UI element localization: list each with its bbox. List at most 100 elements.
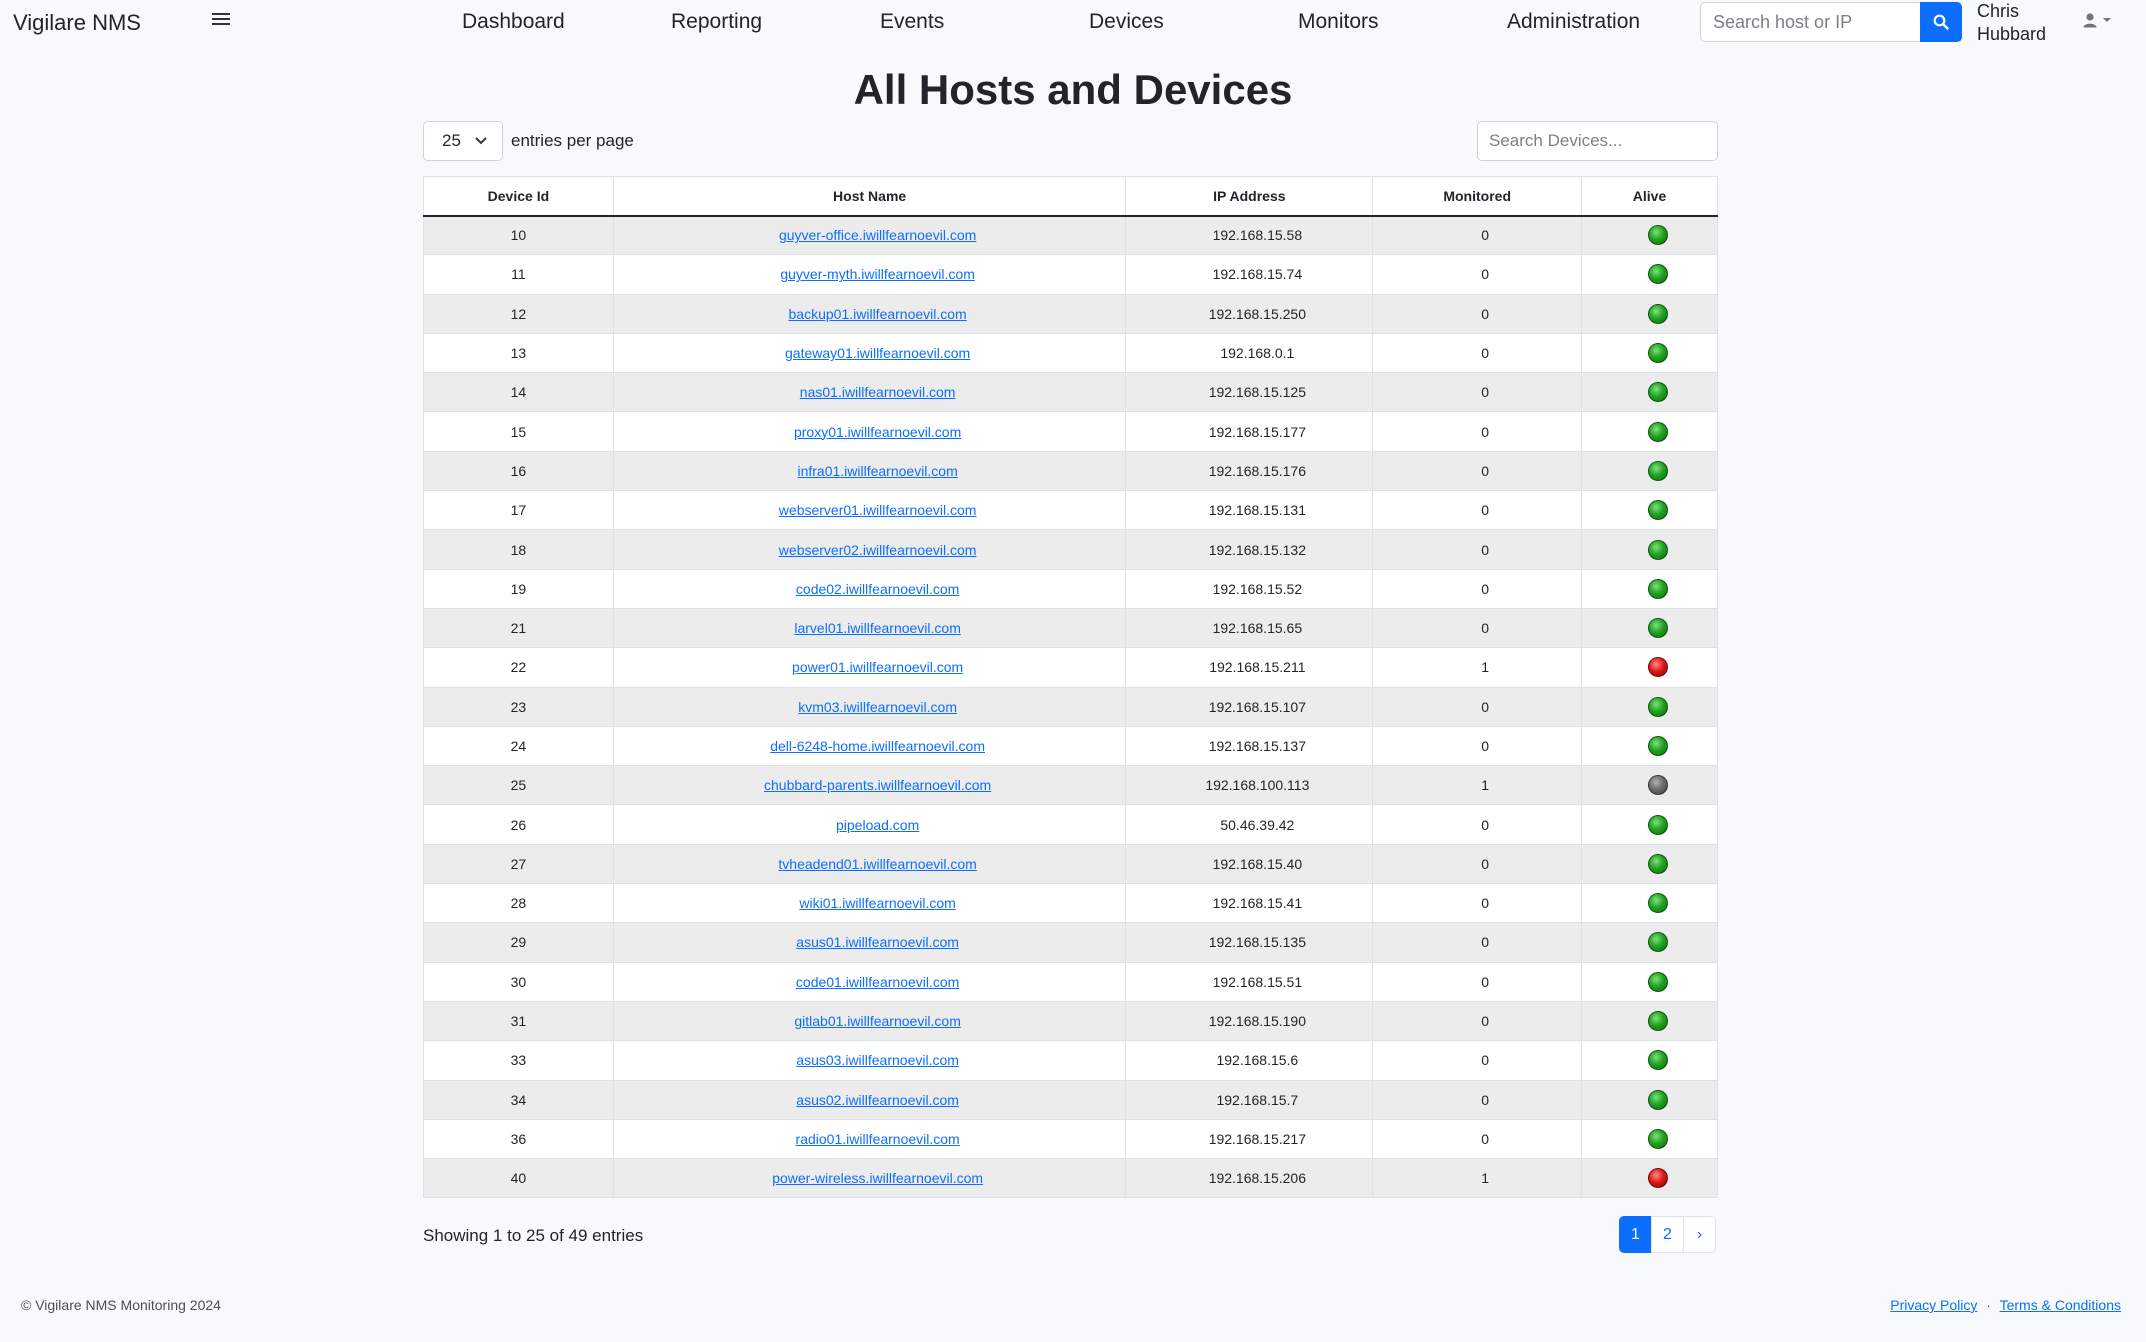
ip-address-cell: 192.168.15.135 bbox=[1125, 922, 1373, 963]
column-header-alive[interactable]: Alive bbox=[1581, 176, 1718, 217]
host-name-cell: dell-6248-home.iwillfearnoevil.com bbox=[612, 726, 1126, 767]
host-search-input[interactable] bbox=[1700, 2, 1920, 42]
status-green-icon bbox=[1647, 343, 1668, 364]
host-link[interactable]: dell-6248-home.iwillfearnoevil.com bbox=[770, 738, 985, 754]
host-link[interactable]: pipeload.com bbox=[836, 817, 919, 833]
ip-address-cell: 192.168.15.58 bbox=[1125, 215, 1373, 256]
nav-administration[interactable]: Administration bbox=[1507, 10, 1640, 34]
column-header-monitored[interactable]: Monitored bbox=[1372, 176, 1582, 217]
page-length-select[interactable]: 25 bbox=[423, 121, 503, 161]
device-id-cell: 26 bbox=[423, 804, 614, 845]
nav-devices[interactable]: Devices bbox=[1089, 10, 1164, 34]
device-id-cell: 36 bbox=[423, 1119, 614, 1160]
privacy-policy-link[interactable]: Privacy Policy bbox=[1890, 1297, 1977, 1313]
table-row: 11 guyver-myth.iwillfearnoevil.com 192.168… bbox=[423, 254, 1718, 295]
host-link[interactable]: chubbard-parents.iwillfearnoevil.com bbox=[764, 777, 991, 793]
host-link[interactable]: code02.iwillfearnoevil.com bbox=[796, 581, 959, 597]
host-link[interactable]: wiki01.iwillfearnoevil.com bbox=[799, 895, 955, 911]
host-link[interactable]: asus01.iwillfearnoevil.com bbox=[796, 934, 959, 950]
host-name-cell: infra01.iwillfearnoevil.com bbox=[612, 451, 1126, 492]
column-header-ip-address[interactable]: IP Address bbox=[1125, 176, 1373, 217]
host-link[interactable]: webserver02.iwillfearnoevil.com bbox=[779, 542, 977, 558]
host-link[interactable]: tvheadend01.iwillfearnoevil.com bbox=[778, 856, 976, 872]
host-link[interactable]: nas01.iwillfearnoevil.com bbox=[800, 384, 956, 400]
device-id-cell: 30 bbox=[423, 962, 614, 1002]
ip-address-cell: 192.168.100.113 bbox=[1125, 765, 1373, 806]
monitored-cell: 0 bbox=[1372, 804, 1582, 845]
alive-cell bbox=[1581, 726, 1718, 767]
brand-logo[interactable]: Vigilare NMS bbox=[13, 10, 141, 36]
host-link[interactable]: power-wireless.iwillfearnoevil.com bbox=[772, 1170, 983, 1186]
monitored-cell: 0 bbox=[1372, 608, 1582, 649]
host-link[interactable]: guyver-myth.iwillfearnoevil.com bbox=[780, 266, 975, 282]
monitored-cell: 0 bbox=[1372, 569, 1582, 609]
monitored-cell: 1 bbox=[1372, 647, 1582, 688]
host-link[interactable]: power01.iwillfearnoevil.com bbox=[792, 659, 963, 675]
hamburger-menu-icon[interactable] bbox=[212, 10, 230, 28]
table-row: 23 kvm03.iwillfearnoevil.com 192.168.15.10… bbox=[423, 687, 1718, 727]
host-link[interactable]: gateway01.iwillfearnoevil.com bbox=[785, 345, 970, 361]
table-row: 26 pipeload.com 50.46.39.42 0 bbox=[423, 804, 1718, 845]
ip-address-cell: 192.168.15.137 bbox=[1125, 726, 1373, 767]
alive-cell bbox=[1581, 804, 1718, 845]
alive-cell bbox=[1581, 1040, 1718, 1081]
host-link[interactable]: backup01.iwillfearnoevil.com bbox=[789, 306, 967, 322]
host-link[interactable]: infra01.iwillfearnoevil.com bbox=[797, 463, 957, 479]
host-name-cell: guyver-office.iwillfearnoevil.com bbox=[612, 215, 1126, 256]
host-name-cell: chubbard-parents.iwillfearnoevil.com bbox=[612, 765, 1126, 806]
search-icon bbox=[1933, 14, 1949, 30]
column-header-host-name[interactable]: Host Name bbox=[612, 176, 1126, 217]
host-link[interactable]: larvel01.iwillfearnoevil.com bbox=[794, 620, 961, 636]
table-row: 25 chubbard-parents.iwillfearnoevil.com 19… bbox=[423, 765, 1718, 806]
monitored-cell: 0 bbox=[1372, 372, 1582, 413]
device-search-input[interactable] bbox=[1477, 121, 1718, 161]
status-green-icon bbox=[1647, 421, 1668, 442]
status-green-icon bbox=[1647, 539, 1668, 560]
nav-events[interactable]: Events bbox=[880, 10, 944, 34]
table-row: 34 asus02.iwillfearnoevil.com 192.168.15.7… bbox=[423, 1080, 1718, 1120]
alive-cell bbox=[1581, 1001, 1718, 1042]
nav-monitors[interactable]: Monitors bbox=[1298, 10, 1379, 34]
search-button[interactable] bbox=[1920, 2, 1962, 42]
monitored-cell: 0 bbox=[1372, 1119, 1582, 1160]
nav-dashboard[interactable]: Dashboard bbox=[462, 10, 565, 34]
status-green-icon bbox=[1647, 303, 1668, 324]
monitored-cell: 1 bbox=[1372, 765, 1582, 806]
host-link[interactable]: code01.iwillfearnoevil.com bbox=[796, 974, 959, 990]
monitored-cell: 0 bbox=[1372, 529, 1582, 570]
host-link[interactable]: webserver01.iwillfearnoevil.com bbox=[779, 502, 977, 518]
host-link[interactable]: guyver-office.iwillfearnoevil.com bbox=[779, 227, 976, 243]
host-link[interactable]: proxy01.iwillfearnoevil.com bbox=[794, 424, 961, 440]
monitored-cell: 0 bbox=[1372, 490, 1582, 531]
alive-cell bbox=[1581, 647, 1718, 688]
page-button-1[interactable]: 1 bbox=[1619, 1216, 1652, 1253]
table-row: 31 gitlab01.iwillfearnoevil.com 192.168.15… bbox=[423, 1001, 1718, 1042]
page-button-2[interactable]: 2 bbox=[1651, 1216, 1684, 1253]
host-link[interactable]: asus02.iwillfearnoevil.com bbox=[796, 1092, 959, 1108]
host-name-cell: nas01.iwillfearnoevil.com bbox=[612, 372, 1126, 413]
table-row: 18 webserver02.iwillfearnoevil.com 192.168… bbox=[423, 529, 1718, 570]
user-menu[interactable] bbox=[2082, 12, 2112, 28]
alive-cell bbox=[1581, 451, 1718, 492]
alive-cell bbox=[1581, 215, 1718, 256]
host-name-cell: gitlab01.iwillfearnoevil.com bbox=[612, 1001, 1126, 1042]
column-header-device-id[interactable]: Device Id bbox=[423, 176, 614, 217]
devices-table: Device Id Host Name IP Address Monitored… bbox=[423, 176, 1718, 1199]
device-id-cell: 40 bbox=[423, 1158, 614, 1199]
next-page-button[interactable]: › bbox=[1683, 1216, 1716, 1253]
nav-reporting[interactable]: Reporting bbox=[671, 10, 762, 34]
host-link[interactable]: asus03.iwillfearnoevil.com bbox=[796, 1052, 959, 1068]
host-link[interactable]: kvm03.iwillfearnoevil.com bbox=[798, 699, 957, 715]
status-green-icon bbox=[1647, 1011, 1668, 1032]
monitored-cell: 1 bbox=[1372, 1158, 1582, 1199]
alive-cell bbox=[1581, 844, 1718, 885]
terms-link[interactable]: Terms & Conditions bbox=[2000, 1297, 2121, 1313]
alive-cell bbox=[1581, 490, 1718, 531]
host-link[interactable]: radio01.iwillfearnoevil.com bbox=[796, 1131, 960, 1147]
host-link[interactable]: gitlab01.iwillfearnoevil.com bbox=[794, 1013, 961, 1029]
ip-address-cell: 192.168.15.41 bbox=[1125, 883, 1373, 924]
table-row: 24 dell-6248-home.iwillfearnoevil.com 192.… bbox=[423, 726, 1718, 767]
monitored-cell: 0 bbox=[1372, 411, 1582, 452]
page-length-label: entries per page bbox=[511, 131, 634, 150]
table-row: 30 code01.iwillfearnoevil.com 192.168.15.5… bbox=[423, 962, 1718, 1002]
